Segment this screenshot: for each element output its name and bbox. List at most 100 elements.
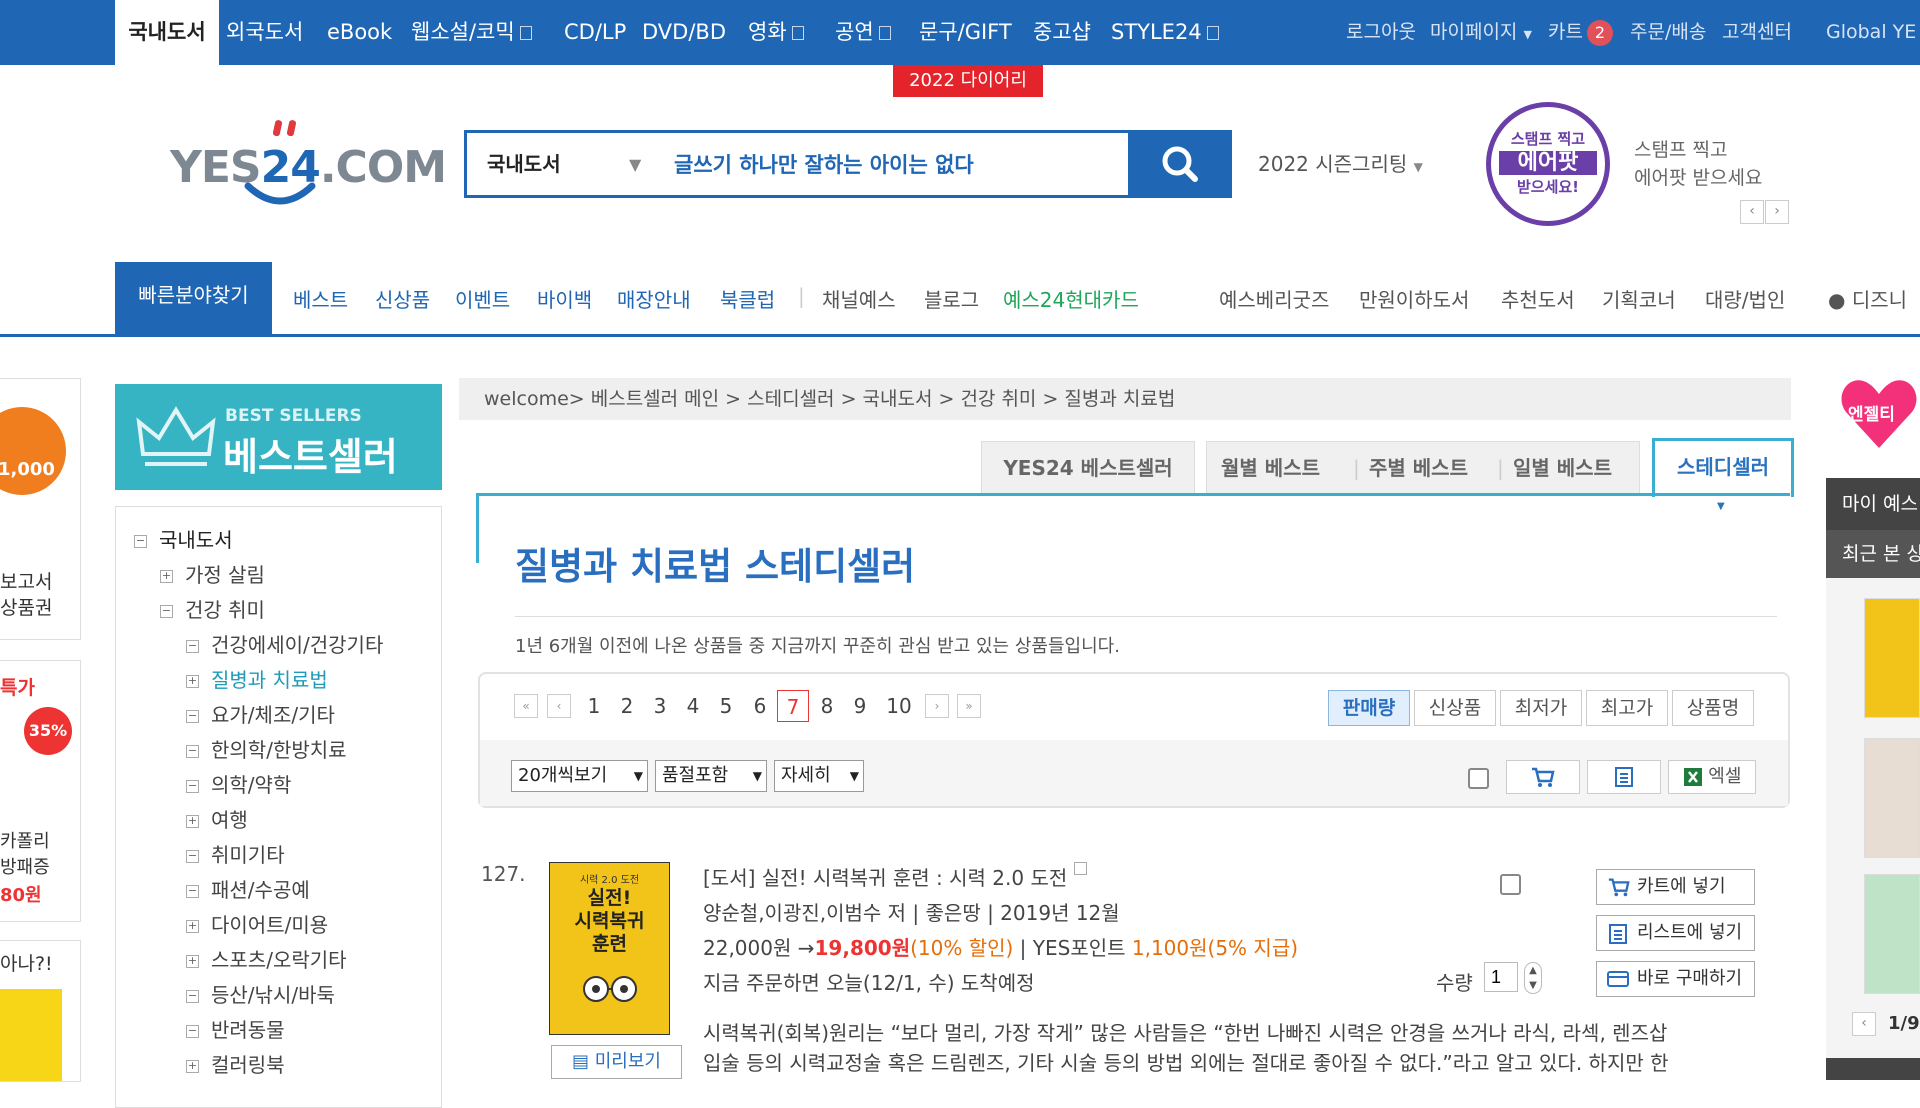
- add-to-cart-button[interactable]: 카트에 넣기: [1596, 869, 1755, 905]
- excel-download-button[interactable]: 엑셀: [1668, 760, 1756, 794]
- tab-daily[interactable]: 일별 베스트: [1513, 442, 1612, 494]
- collapse-icon[interactable]: −: [186, 990, 199, 1003]
- orders-link[interactable]: 주문/배송: [1630, 0, 1706, 65]
- promo-tag[interactable]: 2022 다이어리: [893, 65, 1043, 97]
- product-checkbox[interactable]: [1500, 874, 1521, 895]
- collapse-icon[interactable]: −: [186, 1025, 199, 1038]
- collapse-icon[interactable]: −: [186, 745, 199, 758]
- page-link[interactable]: 2: [615, 690, 639, 722]
- buy-now-button[interactable]: 바로 구매하기: [1596, 961, 1755, 997]
- tree-item-medicine[interactable]: − 의학/약학: [186, 769, 291, 798]
- prev-page-button[interactable]: ‹: [547, 694, 571, 718]
- topnav-style24[interactable]: STYLE24: [1111, 0, 1219, 65]
- quantity-stepper[interactable]: ▲ ▼: [1524, 962, 1542, 994]
- quick-category-button[interactable]: 빠른분야찾기: [115, 262, 272, 336]
- topnav-cdlp[interactable]: CD/LP: [564, 0, 626, 65]
- subnav-under-10000[interactable]: 만원이하도서: [1359, 284, 1469, 313]
- add-to-list-button[interactable]: 리스트에 넣기: [1596, 915, 1755, 951]
- customer-service-link[interactable]: 고객센터: [1722, 0, 1792, 65]
- recent-item-thumbnail[interactable]: [1864, 874, 1920, 994]
- yes24-logo[interactable]: YES24.COM: [170, 118, 447, 210]
- collapse-icon[interactable]: −: [134, 535, 147, 548]
- subnav-disney[interactable]: ● 디즈니: [1828, 284, 1907, 313]
- recent-prev-button[interactable]: ‹: [1852, 1012, 1876, 1036]
- subnav-store[interactable]: 매장안내: [617, 284, 691, 313]
- left-edge-sale-ad[interactable]: 특가 35% 카폴리 방패증 80원: [0, 660, 81, 922]
- topnav-stationery[interactable]: 문구/GIFT: [919, 0, 1012, 65]
- tree-item-fashion[interactable]: − 패션/수공예: [186, 874, 310, 903]
- expand-icon[interactable]: +: [186, 955, 199, 968]
- expand-icon[interactable]: +: [160, 570, 173, 583]
- chevron-down-icon[interactable]: ▼: [629, 155, 641, 174]
- sort-lowest-price[interactable]: 최저가: [1500, 690, 1582, 726]
- stock-filter-select[interactable]: 품절포함 ▼: [655, 760, 767, 792]
- page-link[interactable]: 3: [648, 690, 672, 722]
- banner-next-button[interactable]: ›: [1765, 200, 1789, 224]
- tree-item-health-essay[interactable]: − 건강에세이/건강기타: [186, 629, 383, 658]
- subnav-bulk[interactable]: 대량/법인: [1705, 284, 1785, 313]
- collapse-icon[interactable]: −: [186, 780, 199, 793]
- left-edge-ad[interactable]: 1,000 보고서 상품권: [0, 378, 81, 640]
- recently-viewed-header[interactable]: 최근 본 상: [1826, 530, 1920, 578]
- mypage-link[interactable]: 마이페이지 ▼: [1430, 0, 1532, 65]
- expand-icon[interactable]: +: [186, 1060, 199, 1073]
- stamp-event-text[interactable]: 스탬프 찍고 에어팟 받으세요: [1634, 136, 1762, 192]
- page-link[interactable]: 4: [681, 690, 705, 722]
- tab-monthly[interactable]: 월별 베스트: [1221, 442, 1320, 494]
- global-link[interactable]: Global YE: [1826, 0, 1916, 65]
- tree-item-pets[interactable]: − 반려동물: [186, 1014, 285, 1043]
- product-title-link[interactable]: [도서] 실전! 시력복귀 훈련 : 시력 2.0 도전: [703, 862, 1087, 891]
- topnav-used[interactable]: 중고샵: [1033, 0, 1091, 65]
- expand-icon[interactable]: +: [186, 675, 199, 688]
- preview-button[interactable]: ▤ 미리보기: [551, 1045, 682, 1079]
- my-yes-panel[interactable]: 마이 예스: [1826, 478, 1920, 530]
- sort-title[interactable]: 상품명: [1672, 690, 1754, 726]
- season-greeting-dropdown[interactable]: 2022 시즌그리팅 ▼: [1258, 148, 1423, 177]
- add-selected-to-list-button[interactable]: [1587, 760, 1661, 794]
- search-button[interactable]: [1128, 130, 1232, 198]
- angel-ticket-banner[interactable]: 엔젤티: [1838, 372, 1920, 454]
- tab-steady-seller[interactable]: 스테디셀러 ▼: [1652, 438, 1794, 512]
- tree-item-oriental-medicine[interactable]: − 한의학/한방치료: [186, 734, 347, 763]
- view-mode-select[interactable]: 자세히 ▼: [774, 760, 864, 792]
- collapse-icon[interactable]: −: [186, 640, 199, 653]
- cart-link[interactable]: 카트 2: [1548, 0, 1613, 65]
- tree-item-yoga[interactable]: − 요가/체조/기타: [186, 699, 335, 728]
- page-link[interactable]: 10: [882, 690, 916, 722]
- subnav-bookclub[interactable]: 북클럽: [720, 284, 775, 313]
- search-category-select[interactable]: 국내도서: [487, 133, 561, 195]
- stamp-event-badge[interactable]: 스탬프 찍고 에어팟 받으세요!: [1486, 102, 1610, 226]
- product-cover-image[interactable]: 시력 2.0 도전 실전! 시력복귀 훈련: [549, 862, 670, 1035]
- topnav-movie[interactable]: 영화: [748, 0, 804, 65]
- logout-link[interactable]: 로그아웃: [1346, 0, 1416, 65]
- tab-yes24-best[interactable]: YES24 베스트셀러: [981, 441, 1195, 495]
- per-page-select[interactable]: 20개씩보기 ▼: [511, 760, 648, 792]
- tree-item-hobby-etc[interactable]: − 취미기타: [186, 839, 285, 868]
- tree-item-travel[interactable]: + 여행: [186, 804, 248, 833]
- sort-sales[interactable]: 판매량: [1328, 690, 1410, 726]
- subnav-special[interactable]: 기획코너: [1602, 284, 1676, 313]
- banner-prev-button[interactable]: ‹: [1740, 200, 1764, 224]
- collapse-icon[interactable]: −: [186, 710, 199, 723]
- subnav-event[interactable]: 이벤트: [455, 284, 510, 313]
- recent-item-thumbnail[interactable]: [1864, 598, 1920, 718]
- subnav-new[interactable]: 신상품: [375, 284, 430, 313]
- subnav-blog[interactable]: 블로그: [924, 284, 979, 313]
- topnav-ebook[interactable]: eBook: [327, 0, 392, 65]
- topnav-dvdbd[interactable]: DVD/BD: [642, 0, 726, 65]
- tree-item-disease-treatment[interactable]: + 질병과 치료법: [186, 664, 328, 693]
- tree-item-health-hobby[interactable]: − 건강 취미: [160, 594, 265, 623]
- left-edge-ad-3[interactable]: 아나?!: [0, 940, 81, 1082]
- quantity-input[interactable]: [1484, 962, 1518, 992]
- current-page[interactable]: 7: [777, 690, 809, 722]
- tree-item-domestic[interactable]: − 국내도서: [134, 524, 233, 553]
- breadcrumb[interactable]: welcome> 베스트셀러 메인 > 스테디셀러 > 국내도서 > 건강 취미…: [459, 378, 1791, 420]
- page-link[interactable]: 8: [815, 690, 839, 722]
- bestseller-banner[interactable]: BEST SELLERS 베스트셀러: [115, 384, 442, 490]
- topnav-foreign-books[interactable]: 외국도서: [226, 0, 303, 65]
- topnav-domestic-books[interactable]: 국내도서: [115, 0, 219, 65]
- tree-item-home[interactable]: + 가정 살림: [160, 559, 265, 588]
- page-link[interactable]: 9: [848, 690, 872, 722]
- subnav-channel-yes[interactable]: 채널예스: [822, 284, 896, 313]
- collapse-icon[interactable]: −: [160, 605, 173, 618]
